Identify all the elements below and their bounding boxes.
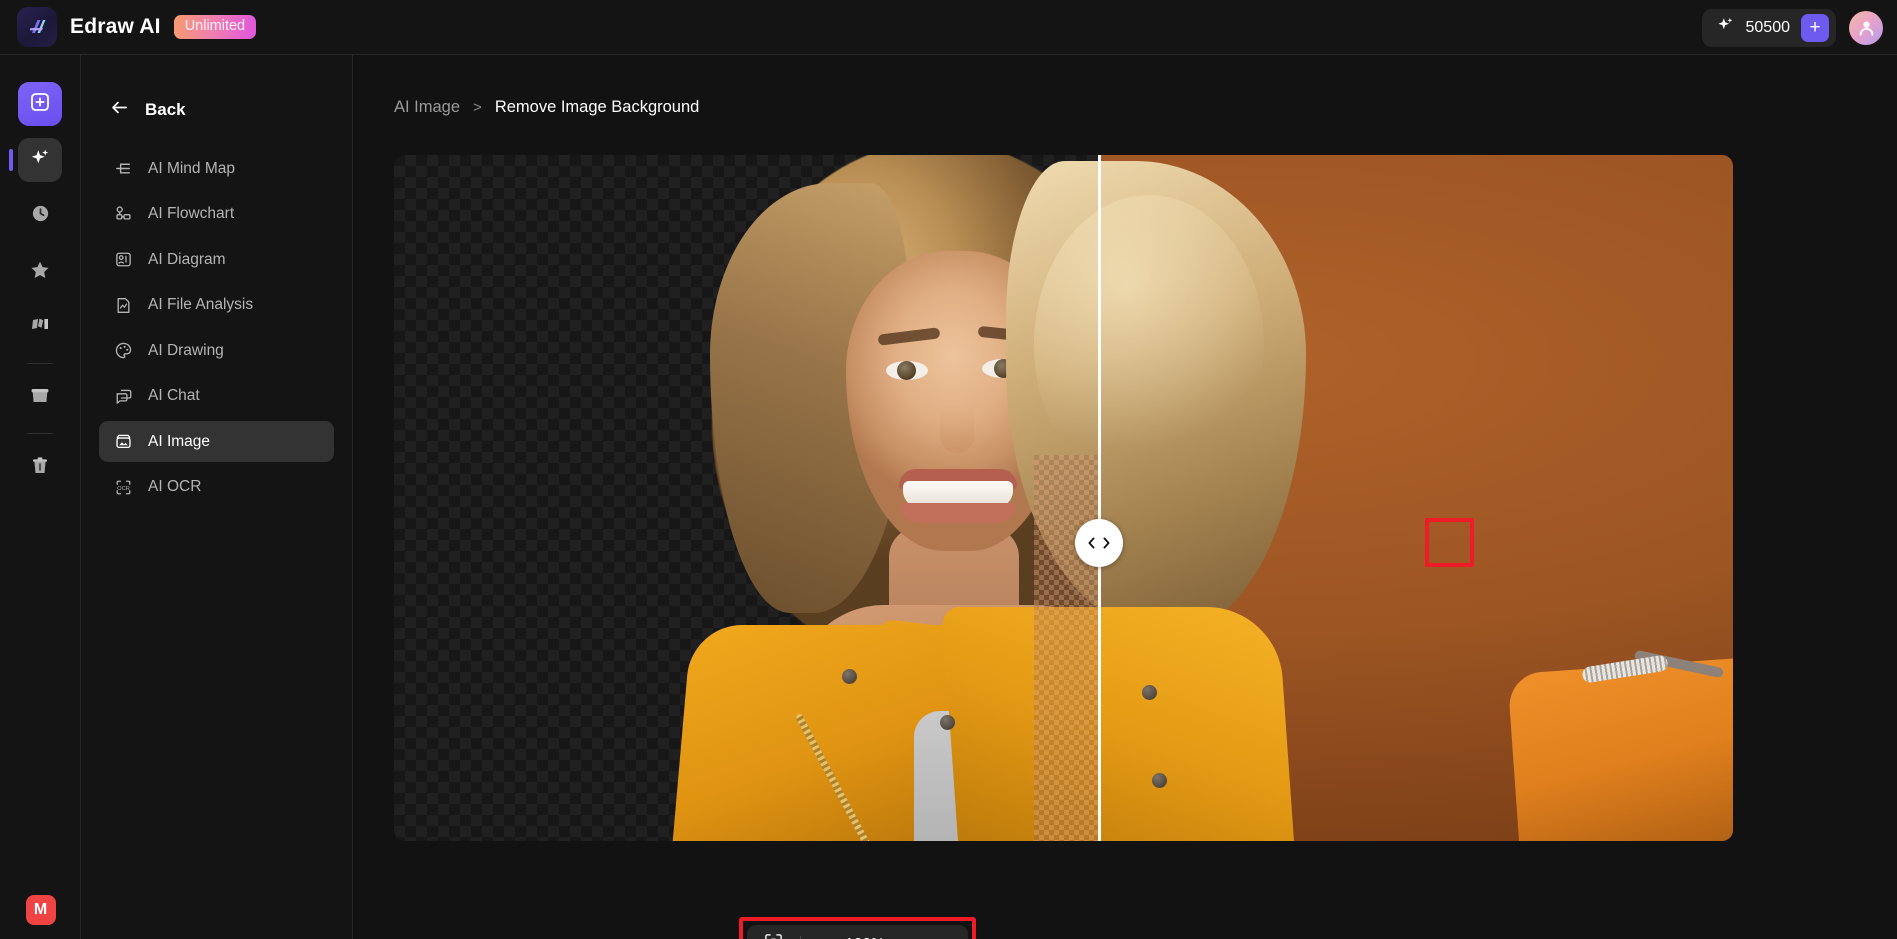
result-image [394, 155, 1098, 841]
image-compare-canvas[interactable] [394, 155, 1733, 841]
plan-badge: Unlimited [173, 15, 257, 39]
breadcrumb-current: Remove Image Background [494, 98, 700, 116]
sidebar: Back AI Mind Map AI Flowchart AI Diagram… [81, 55, 353, 939]
templates-icon [29, 315, 51, 342]
zoom-level-value: 100% [841, 936, 889, 939]
star-icon [29, 259, 51, 286]
plus-square-icon [29, 91, 51, 118]
rail-item-trash[interactable] [18, 446, 62, 490]
sidebar-item-label: AI File Analysis [148, 296, 254, 313]
rail-item-favorites[interactable] [18, 250, 62, 294]
diagram-icon [113, 250, 133, 270]
compare-left-pane [394, 155, 1098, 841]
sidebar-item-ai-ocr[interactable]: OCR AI OCR [99, 467, 334, 508]
top-bar: Edraw AI Unlimited 50500 + [0, 0, 1897, 55]
zoom-toolbar: − 100% + [747, 925, 968, 939]
sidebar-item-ai-diagram[interactable]: AI Diagram [99, 239, 334, 280]
compare-divider [1098, 155, 1101, 841]
highlight-box-slider [1425, 518, 1474, 567]
compare-slider-icon [1088, 537, 1110, 549]
breadcrumb: AI Image > Remove Image Background [394, 98, 1897, 117]
sidebar-item-ai-mind-map[interactable]: AI Mind Map [99, 148, 334, 189]
zoom-out-button[interactable]: − [815, 932, 841, 939]
svg-text:OCR: OCR [117, 485, 130, 491]
compare-right-pane [1098, 155, 1733, 841]
sidebar-item-label: AI Chat [148, 387, 200, 404]
sidebar-item-label: AI Mind Map [148, 159, 236, 177]
chevron-right-icon: > [473, 99, 482, 116]
sparkles-icon [29, 147, 51, 174]
rail-bottom: M [0, 895, 81, 925]
sidebar-item-ai-chat[interactable]: AI Chat [99, 376, 334, 417]
sidebar-item-label: AI OCR [148, 478, 202, 495]
clock-icon [30, 203, 51, 229]
rail-divider-2 [27, 433, 53, 434]
rail-item-recent[interactable] [18, 194, 62, 238]
edraw-logo-icon [17, 7, 57, 47]
handbag [1507, 656, 1733, 841]
rail-item-new-document[interactable] [18, 82, 62, 126]
sidebar-nav: AI Mind Map AI Flowchart AI Diagram AI F… [81, 148, 352, 508]
sidebar-item-ai-flowchart[interactable]: AI Flowchart [99, 194, 334, 235]
palette-icon [113, 341, 133, 361]
fit-to-screen-icon[interactable] [763, 932, 784, 939]
sidebar-item-label: AI Diagram [148, 250, 226, 268]
brand[interactable]: Edraw AI Unlimited [17, 7, 257, 47]
rail-item-ai-tools[interactable] [9, 138, 62, 182]
top-bar-right: 50500 + [1701, 0, 1883, 55]
sidebar-item-label: AI Image [148, 432, 211, 450]
icon-rail: M [0, 55, 81, 939]
brand-name: Edraw AI [70, 15, 161, 38]
subject-original [1098, 155, 1733, 841]
original-image [1098, 155, 1733, 841]
sidebar-item-ai-image[interactable]: AI Image [99, 421, 334, 462]
zoom-in-button[interactable]: + [889, 932, 915, 939]
sidebar-item-ai-drawing[interactable]: AI Drawing [99, 330, 334, 371]
ocr-icon: OCR [113, 477, 133, 497]
credits-value: 50500 [1745, 18, 1791, 36]
add-credits-button[interactable]: + [1801, 13, 1829, 42]
main-content: AI Image > Remove Image Background [353, 55, 1897, 939]
breadcrumb-parent[interactable]: AI Image [394, 98, 460, 117]
arrow-left-icon [110, 98, 129, 122]
compare-slider-handle[interactable] [1075, 519, 1123, 567]
rail-divider [27, 363, 53, 364]
sidebar-item-label: AI Drawing [148, 341, 224, 359]
app-root: Edraw AI Unlimited 50500 + M Back AI Min… [0, 0, 1897, 939]
back-label: Back [145, 100, 186, 119]
rail-item-archive[interactable] [18, 376, 62, 420]
workspace-badge[interactable]: M [25, 895, 56, 925]
trash-icon [29, 455, 51, 482]
chat-icon [113, 386, 133, 406]
back-button[interactable]: Back [110, 98, 352, 122]
avatar[interactable] [1849, 10, 1883, 45]
sparkle-icon [1716, 16, 1735, 40]
file-analysis-icon [113, 295, 133, 315]
credits-pill[interactable]: 50500 + [1701, 8, 1836, 47]
sidebar-item-label: AI Flowchart [148, 205, 235, 222]
image-icon [113, 432, 133, 452]
mind-map-icon [113, 159, 133, 179]
flowchart-icon [113, 204, 133, 224]
subject-cutout [394, 155, 1098, 841]
box-icon [29, 385, 51, 412]
rail-item-templates[interactable] [18, 306, 62, 350]
sidebar-item-ai-file-analysis[interactable]: AI File Analysis [99, 285, 334, 326]
cutout-edge-artifacts [1034, 455, 1098, 841]
